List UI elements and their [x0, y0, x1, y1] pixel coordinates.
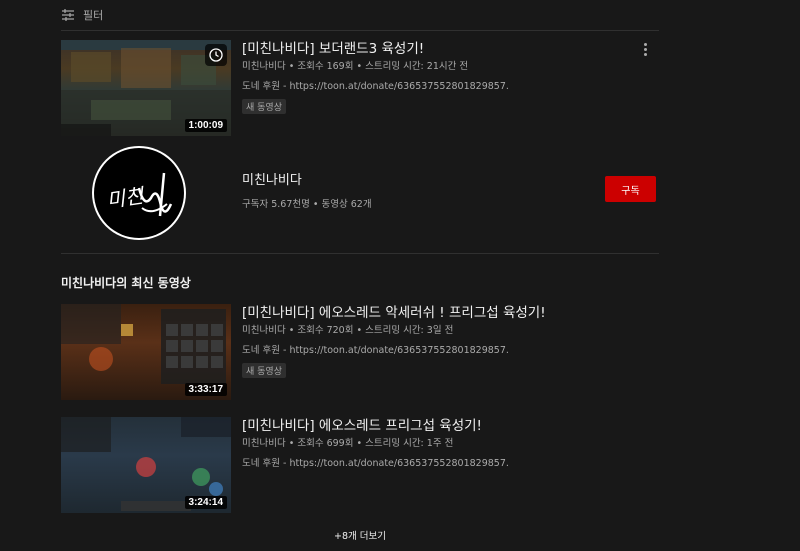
video-description: 도네 후원 - https://toon.at/donate/636537552… [242, 81, 509, 92]
more-options-icon[interactable] [639, 40, 651, 58]
video-meta: 미친나비다 • 조회수 169회 • 스트리밍 시간: 21시간 전 [242, 61, 469, 72]
video-result[interactable]: 3:24:14 [미친나비다] 에오스레드 프리그섭 육성기! 미친나비다 • … [61, 417, 659, 515]
video-title[interactable]: [미친나비다] 에오스레드 악세러쉬 ! 프리그섭 육성기! [242, 304, 632, 322]
clock-icon[interactable] [205, 44, 227, 66]
video-duration: 3:24:14 [184, 496, 227, 509]
video-title[interactable]: [미친나비다] 보더랜드3 육성기! [242, 40, 632, 58]
channel-avatar[interactable]: 미친 [92, 146, 186, 240]
video-info: [미친나비다] 에오스레드 프리그섭 육성기! 미친나비다 • 조회수 699회… [242, 417, 632, 470]
video-result[interactable]: 1:00:09 [미친나비다] 보더랜드3 육성기! 미친나비다 • 조회수 1… [61, 40, 659, 138]
video-description: 도네 후원 - https://toon.at/donate/636537552… [242, 458, 509, 469]
channel-result[interactable]: 미친 미친나비다 구독자 5.67천명 • 동영상 62개 구독 [61, 143, 659, 254]
show-more-link[interactable]: +8개 더보기 [61, 528, 659, 542]
video-meta: 미친나비다 • 조회수 699회 • 스트리밍 시간: 1주 전 [242, 438, 454, 449]
new-video-badge: 새 동영상 [242, 363, 286, 378]
filter-bar[interactable]: 필터 [61, 0, 659, 31]
section-title: 미친나비다의 최신 동영상 [61, 276, 191, 290]
video-duration: 1:00:09 [184, 119, 227, 132]
new-video-badge: 새 동영상 [242, 99, 286, 114]
video-result[interactable]: 3:33:17 [미친나비다] 에오스레드 악세러쉬 ! 프리그섭 육성기! 미… [61, 304, 659, 402]
video-info: [미친나비다] 에오스레드 악세러쉬 ! 프리그섭 육성기! 미친나비다 • 조… [242, 304, 632, 378]
video-description: 도네 후원 - https://toon.at/donate/636537552… [242, 345, 509, 356]
channel-name[interactable]: 미친나비다 [242, 169, 372, 188]
channel-logo: 미친 [105, 172, 173, 217]
video-thumbnail[interactable]: 3:24:14 [61, 417, 231, 513]
video-meta: 미친나비다 • 조회수 720회 • 스트리밍 시간: 3일 전 [242, 325, 454, 336]
svg-text:미친: 미친 [105, 183, 146, 212]
search-results: 필터 1:00:09 [미친나비다] 보더랜드3 육성기! 미친나비다 • 조회… [61, 0, 659, 542]
channel-meta: 구독자 5.67천명 • 동영상 62개 [242, 199, 372, 210]
video-title[interactable]: [미친나비다] 에오스레드 프리그섭 육성기! [242, 417, 632, 435]
video-thumbnail[interactable]: 1:00:09 [61, 40, 231, 136]
video-thumbnail[interactable]: 3:33:17 [61, 304, 231, 400]
filter-sliders-icon [62, 9, 74, 21]
video-duration: 3:33:17 [184, 383, 227, 396]
subscribe-button[interactable]: 구독 [605, 176, 656, 202]
channel-info: 미친나비다 구독자 5.67천명 • 동영상 62개 [242, 169, 372, 210]
video-info: [미친나비다] 보더랜드3 육성기! 미친나비다 • 조회수 169회 • 스트… [242, 40, 632, 114]
filter-label: 필터 [83, 9, 104, 22]
